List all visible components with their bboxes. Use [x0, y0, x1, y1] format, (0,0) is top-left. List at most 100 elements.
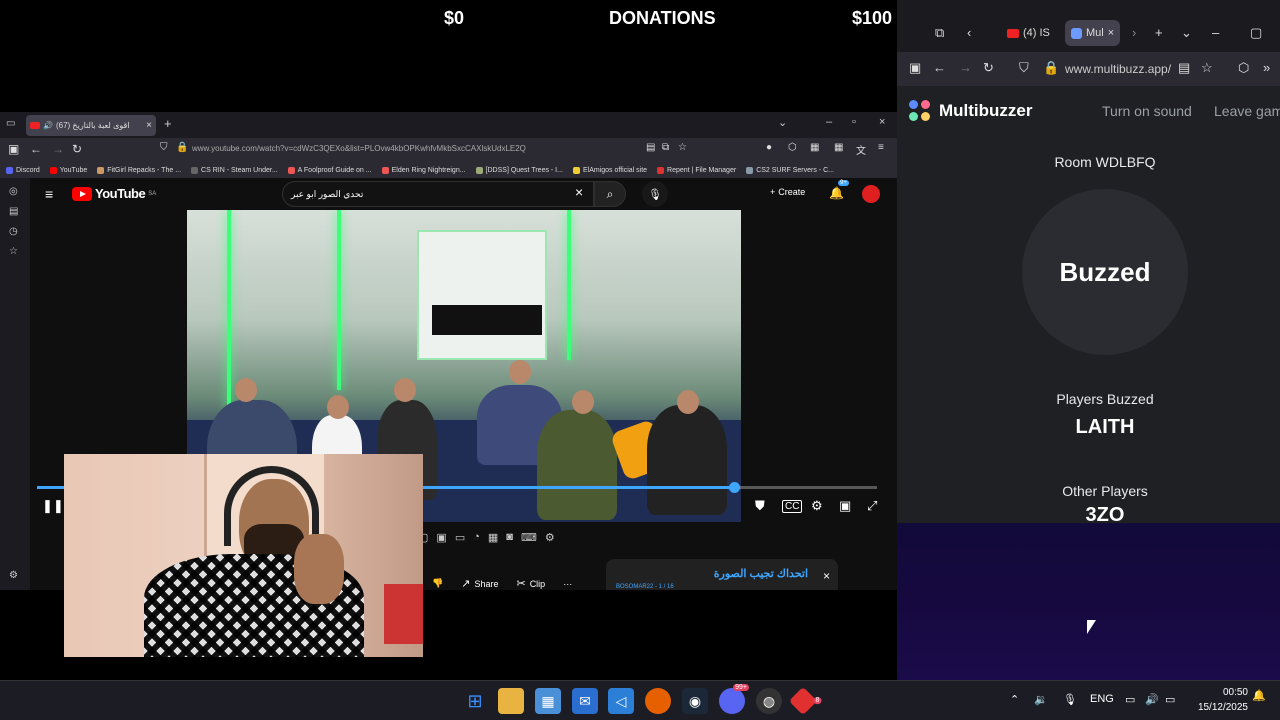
- bookmark-item[interactable]: CS RIN - Steam Under...: [191, 166, 278, 174]
- back-icon[interactable]: ←: [30, 142, 42, 156]
- address-bar[interactable]: www.youtube.com/watch?v=cdWzC3QEXo&list=…: [192, 144, 526, 153]
- app-icon[interactable]: 8: [788, 686, 822, 716]
- speed-icon[interactable]: ◔: [473, 531, 480, 544]
- reader-icon[interactable]: ▤: [646, 142, 655, 153]
- keyboard-icon[interactable]: ⌨: [521, 531, 537, 544]
- chevron-left-icon[interactable]: ‹: [967, 25, 971, 40]
- search-input[interactable]: تحدي الصور ابو عبر: [282, 181, 594, 207]
- miniplayer-icon[interactable]: ▣: [839, 498, 851, 514]
- outlook-icon[interactable]: ✉: [572, 688, 598, 714]
- store-icon[interactable]: ▦: [535, 688, 561, 714]
- close-tab-icon[interactable]: ×: [146, 120, 152, 131]
- bookmark-star-icon[interactable]: ☆: [678, 142, 687, 153]
- addon-icon[interactable]: ▦: [810, 142, 819, 153]
- tab-multibuzzer[interactable]: Mul ×: [1065, 20, 1121, 46]
- firefox-icon[interactable]: [645, 688, 671, 714]
- sidebar-toggle-icon[interactable]: ▣: [8, 142, 19, 156]
- bookmark-item[interactable]: CS2 SURF Servers - C...: [746, 166, 834, 174]
- microphone-icon[interactable]: 🎙: [1063, 693, 1077, 706]
- audio-icon[interactable]: 🔉: [1034, 693, 1048, 706]
- youtube-logo[interactable]: YouTube SA: [72, 186, 156, 201]
- tab-youtube[interactable]: 🔊 (67) اقوى لعبة بالتاريخ ×: [26, 115, 156, 136]
- reload-icon[interactable]: ↻: [72, 142, 82, 156]
- clip-button[interactable]: ✂ Clip: [516, 577, 545, 590]
- mic-icon[interactable]: 🎙: [642, 181, 668, 207]
- network-icon[interactable]: ▭: [1125, 693, 1135, 706]
- bookmark-item[interactable]: Discord: [6, 166, 40, 174]
- minimize-icon[interactable]: –: [1212, 25, 1219, 40]
- tab-list-icon[interactable]: ▭: [6, 118, 18, 130]
- new-tab-icon[interactable]: +: [1155, 25, 1163, 40]
- forward-icon[interactable]: →: [52, 142, 64, 156]
- turn-on-sound-button[interactable]: Turn on sound: [1102, 103, 1192, 119]
- reader-icon[interactable]: ▤: [1178, 60, 1190, 76]
- playlist-title[interactable]: اتحداك تجيب الصورة: [714, 567, 808, 580]
- language-indicator[interactable]: ENG: [1090, 693, 1114, 705]
- sidebar-toggle-icon[interactable]: ▣: [909, 60, 921, 76]
- bookmark-item[interactable]: Elden Ring Nightreign...: [381, 166, 466, 174]
- bookmark-item[interactable]: [DDSS] Quest Trees - I...: [475, 166, 563, 174]
- speaker-icon[interactable]: 🔊: [43, 121, 53, 130]
- pause-icon[interactable]: ❚❚: [42, 498, 64, 514]
- bookmark-item[interactable]: YouTube: [49, 166, 87, 174]
- buzzer-button[interactable]: Buzzed: [1022, 189, 1188, 355]
- bookmarks-icon[interactable]: ☆: [9, 246, 21, 258]
- playlist-panel[interactable]: اتحداك تجيب الصورة BOSOMAR22 - 1 / 16 ×: [606, 559, 838, 590]
- shield-icon[interactable]: ⛉: [1019, 60, 1029, 76]
- menu-icon[interactable]: ≡: [878, 142, 884, 153]
- close-icon[interactable]: ×: [879, 116, 885, 128]
- lock-icon[interactable]: 🔒: [176, 142, 188, 153]
- search-button[interactable]: ⌕: [594, 181, 626, 207]
- overflow-icon[interactable]: »: [1263, 60, 1270, 75]
- close-tab-icon[interactable]: ×: [1108, 27, 1114, 39]
- toolbar-icon[interactable]: ▭: [455, 531, 465, 544]
- history-icon[interactable]: ◷: [9, 226, 21, 238]
- share-button[interactable]: ↗ Share: [461, 577, 498, 590]
- maximize-icon[interactable]: ▫: [852, 116, 856, 128]
- volume-icon[interactable]: 🔊: [1145, 693, 1159, 706]
- obs-icon[interactable]: ◍: [756, 688, 782, 714]
- steam-icon[interactable]: ◉: [682, 688, 708, 714]
- dislike-icon[interactable]: 👎: [432, 578, 443, 589]
- windows-start-icon[interactable]: ⊞: [462, 688, 488, 714]
- bell-icon[interactable]: 🔔: [829, 186, 844, 200]
- translate-icon[interactable]: 文: [856, 142, 866, 157]
- bookmark-item[interactable]: ElAmigos official site: [572, 166, 647, 174]
- tray-chevron-icon[interactable]: ⌃: [1010, 693, 1019, 706]
- shield-icon[interactable]: ⛉: [160, 142, 168, 153]
- pip-icon[interactable]: ⧉: [662, 142, 669, 153]
- addon-red-icon[interactable]: ▦: [834, 142, 843, 153]
- address-bar[interactable]: www.multibuzz.app/: [1065, 62, 1171, 76]
- ai-icon[interactable]: ◎: [9, 186, 21, 198]
- bookmark-item[interactable]: FitGirl Repacks - The ...: [97, 166, 181, 174]
- lock-icon[interactable]: 🔒: [1043, 60, 1059, 76]
- reload-icon[interactable]: ↻: [983, 60, 994, 76]
- new-tab-icon[interactable]: +: [164, 116, 172, 131]
- clock[interactable]: 00:50 15/12/2025: [1188, 685, 1248, 715]
- forward-icon[interactable]: →: [959, 60, 972, 75]
- extensions-icon[interactable]: ⬡: [1238, 60, 1249, 76]
- clear-search-icon[interactable]: ×: [575, 184, 583, 200]
- battery-icon[interactable]: ▭: [1165, 693, 1175, 706]
- maximize-icon[interactable]: ▢: [1250, 25, 1262, 41]
- shield-icon[interactable]: ⛊: [755, 498, 765, 514]
- settings-icon[interactable]: ⚙: [811, 498, 823, 514]
- file-explorer-icon[interactable]: [498, 688, 524, 714]
- tab-overview-icon[interactable]: ⧉: [935, 25, 944, 41]
- captions-icon[interactable]: CC: [782, 500, 803, 513]
- tabs-icon[interactable]: ▤: [9, 206, 21, 218]
- account-icon[interactable]: ●: [766, 142, 772, 153]
- chevron-down-icon[interactable]: ⌄: [778, 116, 787, 129]
- bookmark-star-icon[interactable]: ☆: [1201, 60, 1213, 76]
- bookmark-item[interactable]: A Foolproof Guide on ...: [287, 166, 372, 174]
- bookmark-item[interactable]: Repent | File Manager: [657, 166, 736, 174]
- toolbar-icon[interactable]: ▣: [436, 531, 446, 544]
- minimize-icon[interactable]: –: [826, 116, 832, 128]
- notification-icon[interactable]: 🔔: [1252, 689, 1266, 702]
- gear-icon[interactable]: ⚙: [545, 531, 555, 544]
- chevron-right-icon[interactable]: ›: [1132, 25, 1136, 40]
- discord-icon[interactable]: 99+: [719, 684, 749, 714]
- settings-icon[interactable]: ⚙: [9, 570, 21, 582]
- extensions-icon[interactable]: ⬡: [788, 142, 797, 153]
- toolbar-icon[interactable]: ▦: [488, 531, 498, 544]
